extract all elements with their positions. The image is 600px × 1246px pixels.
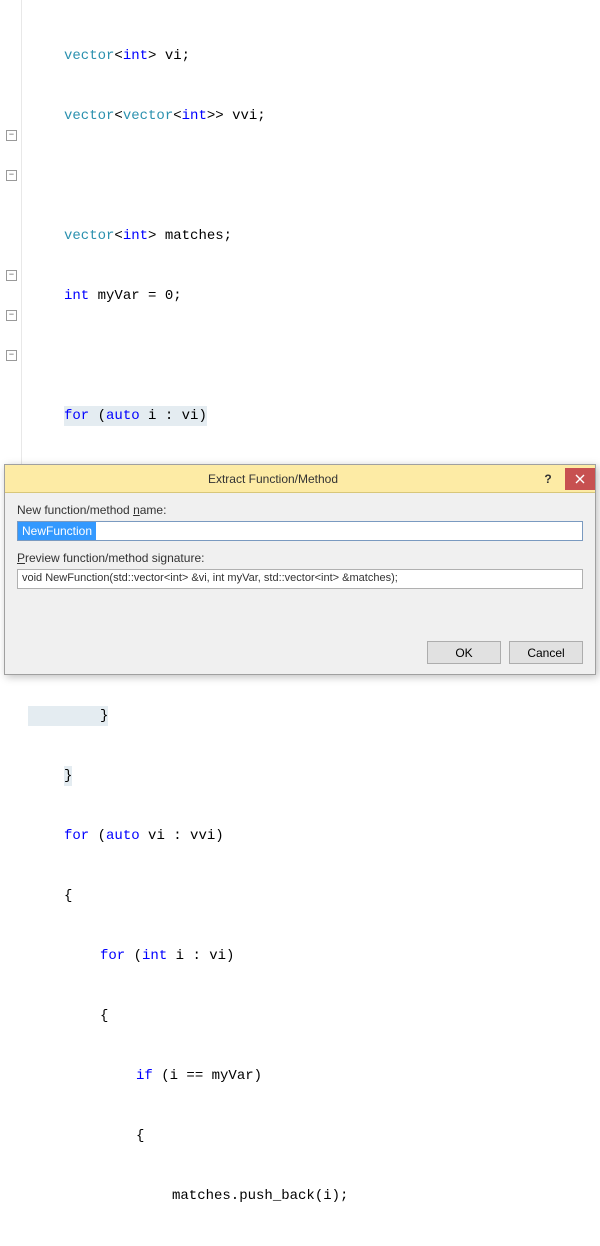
- close-icon: [575, 474, 585, 484]
- preview-label: Preview function/method signature:: [17, 551, 583, 565]
- code-area[interactable]: vector<int> vi; vector<vector<int>> vvi;…: [22, 0, 600, 503]
- dialog-buttons: OK Cancel: [5, 633, 595, 674]
- cancel-button[interactable]: Cancel: [509, 641, 583, 664]
- function-name-input[interactable]: [17, 521, 583, 541]
- signature-preview: void NewFunction(std::vector<int> &vi, i…: [17, 569, 583, 589]
- fold-toggle[interactable]: −: [6, 130, 17, 141]
- fold-toggle[interactable]: −: [6, 310, 17, 321]
- help-button[interactable]: ?: [533, 468, 563, 490]
- extract-function-dialog: Extract Function/Method ? New function/m…: [4, 464, 596, 675]
- fold-gutter: − − − − −: [0, 0, 22, 503]
- fold-toggle[interactable]: −: [6, 350, 17, 361]
- dialog-body: New function/method name: Preview functi…: [5, 493, 595, 633]
- name-label: New function/method name:: [17, 503, 583, 517]
- close-button[interactable]: [565, 468, 595, 490]
- fold-toggle[interactable]: −: [6, 170, 17, 181]
- fold-toggle[interactable]: −: [6, 270, 17, 281]
- code-editor[interactable]: − − − − − vector<int> vi; vector<vector<…: [0, 0, 600, 503]
- dialog-title: Extract Function/Method: [13, 472, 533, 486]
- ok-button[interactable]: OK: [427, 641, 501, 664]
- dialog-titlebar[interactable]: Extract Function/Method ?: [5, 465, 595, 493]
